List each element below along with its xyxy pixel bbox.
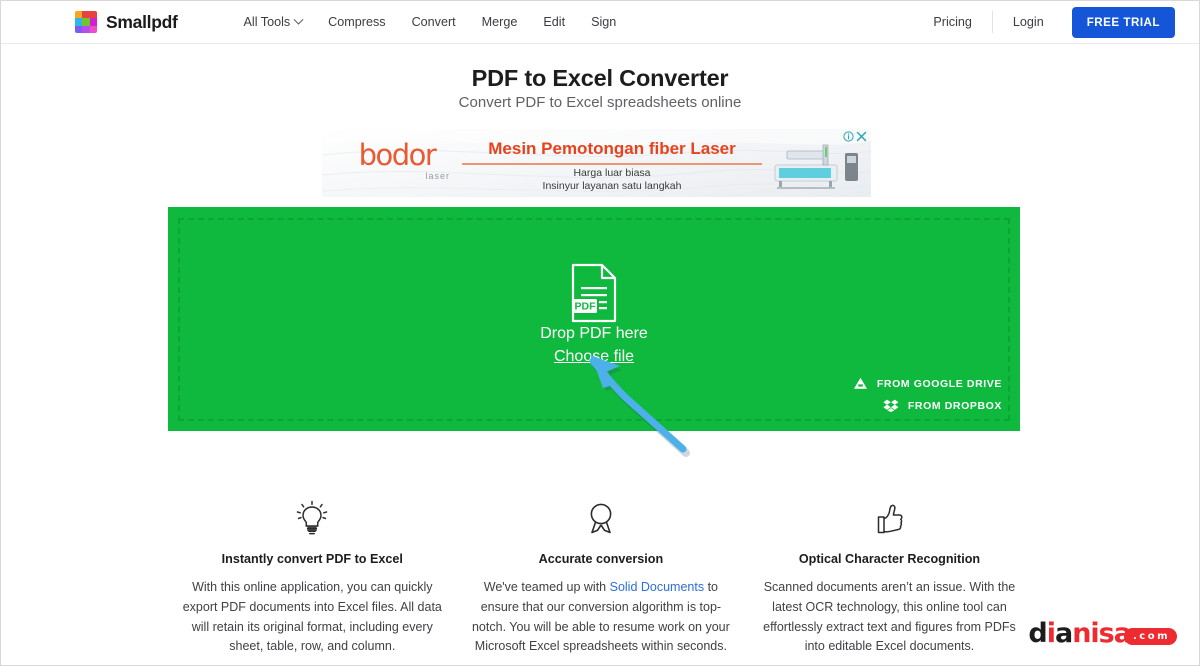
logo-cell xyxy=(75,18,83,26)
ad-logo-text: bodor xyxy=(358,138,437,172)
solid-documents-link[interactable]: Solid Documents xyxy=(610,580,705,594)
main-nav: All Tools Compress Convert Merge Edit Si… xyxy=(231,11,630,33)
logo-cell xyxy=(89,25,97,33)
dianisa-watermark: d i a nisa .com xyxy=(1028,618,1177,649)
logo-cell xyxy=(89,18,97,26)
browser-page: Smallpdf All Tools Compress Convert Merg… xyxy=(0,0,1200,666)
page-title: PDF to Excel Converter xyxy=(471,65,729,91)
features-section: Instantly convert PDF to Excel With this… xyxy=(168,497,1034,657)
from-dropbox-button[interactable]: FROM DROPBOX xyxy=(883,399,1002,412)
brand-logo[interactable]: Smallpdf xyxy=(75,11,178,33)
award-medal-icon xyxy=(590,503,612,534)
site-header: Smallpdf All Tools Compress Convert Merg… xyxy=(1,1,1199,44)
feature-icon-wrap xyxy=(469,497,734,541)
logo-cell xyxy=(75,11,83,19)
logo-cell xyxy=(82,11,90,19)
lightbulb-icon xyxy=(297,500,328,535)
from-google-drive-label: FROM GOOGLE DRIVE xyxy=(876,377,1002,390)
login-link[interactable]: Login xyxy=(997,10,1060,34)
feature-body-text: Scanned documents aren’t an issue. With … xyxy=(763,580,1016,654)
from-google-drive-button[interactable]: FROM GOOGLE DRIVE xyxy=(853,377,1002,390)
header-actions: Pricing Login FREE TRIAL xyxy=(917,6,1175,38)
nav-item-all-tools[interactable]: All Tools xyxy=(231,11,316,33)
feature-icon-wrap xyxy=(180,497,445,541)
feature-card: Instantly convert PDF to Excel With this… xyxy=(168,497,457,657)
feature-icon-wrap xyxy=(757,497,1022,541)
advertisement-banner[interactable]: bodor laser Mesin Pemotongan fiber Laser… xyxy=(322,129,871,197)
feature-body: Scanned documents aren’t an issue. With … xyxy=(757,578,1022,657)
feature-card: Optical Character Recognition Scanned do… xyxy=(745,497,1034,657)
pdf-badge-label: PDF xyxy=(575,301,597,313)
pricing-link[interactable]: Pricing xyxy=(917,10,988,34)
ad-logo-subtext: laser xyxy=(425,171,450,181)
feature-body-text: With this online application, you can qu… xyxy=(182,580,442,654)
nav-item-label: Convert xyxy=(411,15,456,29)
ad-choices-controls[interactable] xyxy=(843,131,867,142)
nav-item-label: Merge xyxy=(481,15,518,29)
watermark-part-d: d xyxy=(1028,618,1047,649)
feature-title: Accurate conversion xyxy=(538,552,664,566)
logo-cell xyxy=(75,25,83,33)
watermark-part-a: a xyxy=(1054,618,1073,649)
choose-file-link[interactable]: Choose file xyxy=(168,348,1020,366)
brand-name: Smallpdf xyxy=(106,11,178,32)
ad-headline: Mesin Pemotongan fiber Laser xyxy=(462,139,762,165)
google-drive-icon xyxy=(853,377,867,389)
ad-product-image xyxy=(774,144,858,189)
from-dropbox-label: FROM DROPBOX xyxy=(907,399,1002,412)
info-icon[interactable] xyxy=(843,131,854,142)
drop-zone-text: Drop PDF here xyxy=(540,325,648,342)
ad-subline-1: Harga luar biasa xyxy=(573,167,651,179)
logo-cell xyxy=(82,18,90,26)
feature-title: Optical Character Recognition xyxy=(798,552,981,566)
watermark-part-i: i xyxy=(1046,618,1056,649)
thumbs-up-icon xyxy=(878,504,903,534)
smallpdf-logo-icon xyxy=(75,11,97,33)
nav-item-label: Sign xyxy=(591,15,617,29)
feature-body: We've teamed up with Solid Documents to … xyxy=(469,578,734,657)
nav-item-label: All Tools xyxy=(243,15,291,29)
ad-advertiser-logo: bodor laser xyxy=(332,138,462,182)
ad-subline-2: Insinyur layanan satu langkah xyxy=(542,180,682,192)
file-drop-zone[interactable]: PDF Drop PDF here Choose file FROM GOOGL… xyxy=(168,207,1020,431)
nav-item-convert[interactable]: Convert xyxy=(399,11,469,33)
watermark-part-com: .com xyxy=(1123,628,1177,645)
close-icon[interactable] xyxy=(856,131,867,142)
nav-item-label: Edit xyxy=(543,15,566,29)
feature-body: With this online application, you can qu… xyxy=(180,578,445,657)
chevron-down-icon xyxy=(293,14,304,25)
feature-card: Accurate conversion We've teamed up with… xyxy=(457,497,746,657)
feature-title: Instantly convert PDF to Excel xyxy=(221,552,403,566)
pdf-file-icon: PDF xyxy=(571,263,617,323)
dropbox-icon xyxy=(883,399,899,412)
page-subtitle: Convert PDF to Excel spreadsheets online xyxy=(458,94,742,111)
nav-item-merge[interactable]: Merge xyxy=(469,11,531,33)
watermark-part-rest: nisa xyxy=(1072,618,1132,649)
free-trial-button[interactable]: FREE TRIAL xyxy=(1071,6,1175,38)
nav-item-compress[interactable]: Compress xyxy=(315,11,398,33)
nav-item-edit[interactable]: Edit xyxy=(530,11,578,33)
nav-item-sign[interactable]: Sign xyxy=(578,11,629,33)
header-divider xyxy=(991,11,993,33)
nav-item-label: Compress xyxy=(328,15,386,29)
logo-cell xyxy=(89,11,97,19)
logo-cell xyxy=(82,25,90,33)
feature-body-text-before: We've teamed up with xyxy=(483,580,610,594)
